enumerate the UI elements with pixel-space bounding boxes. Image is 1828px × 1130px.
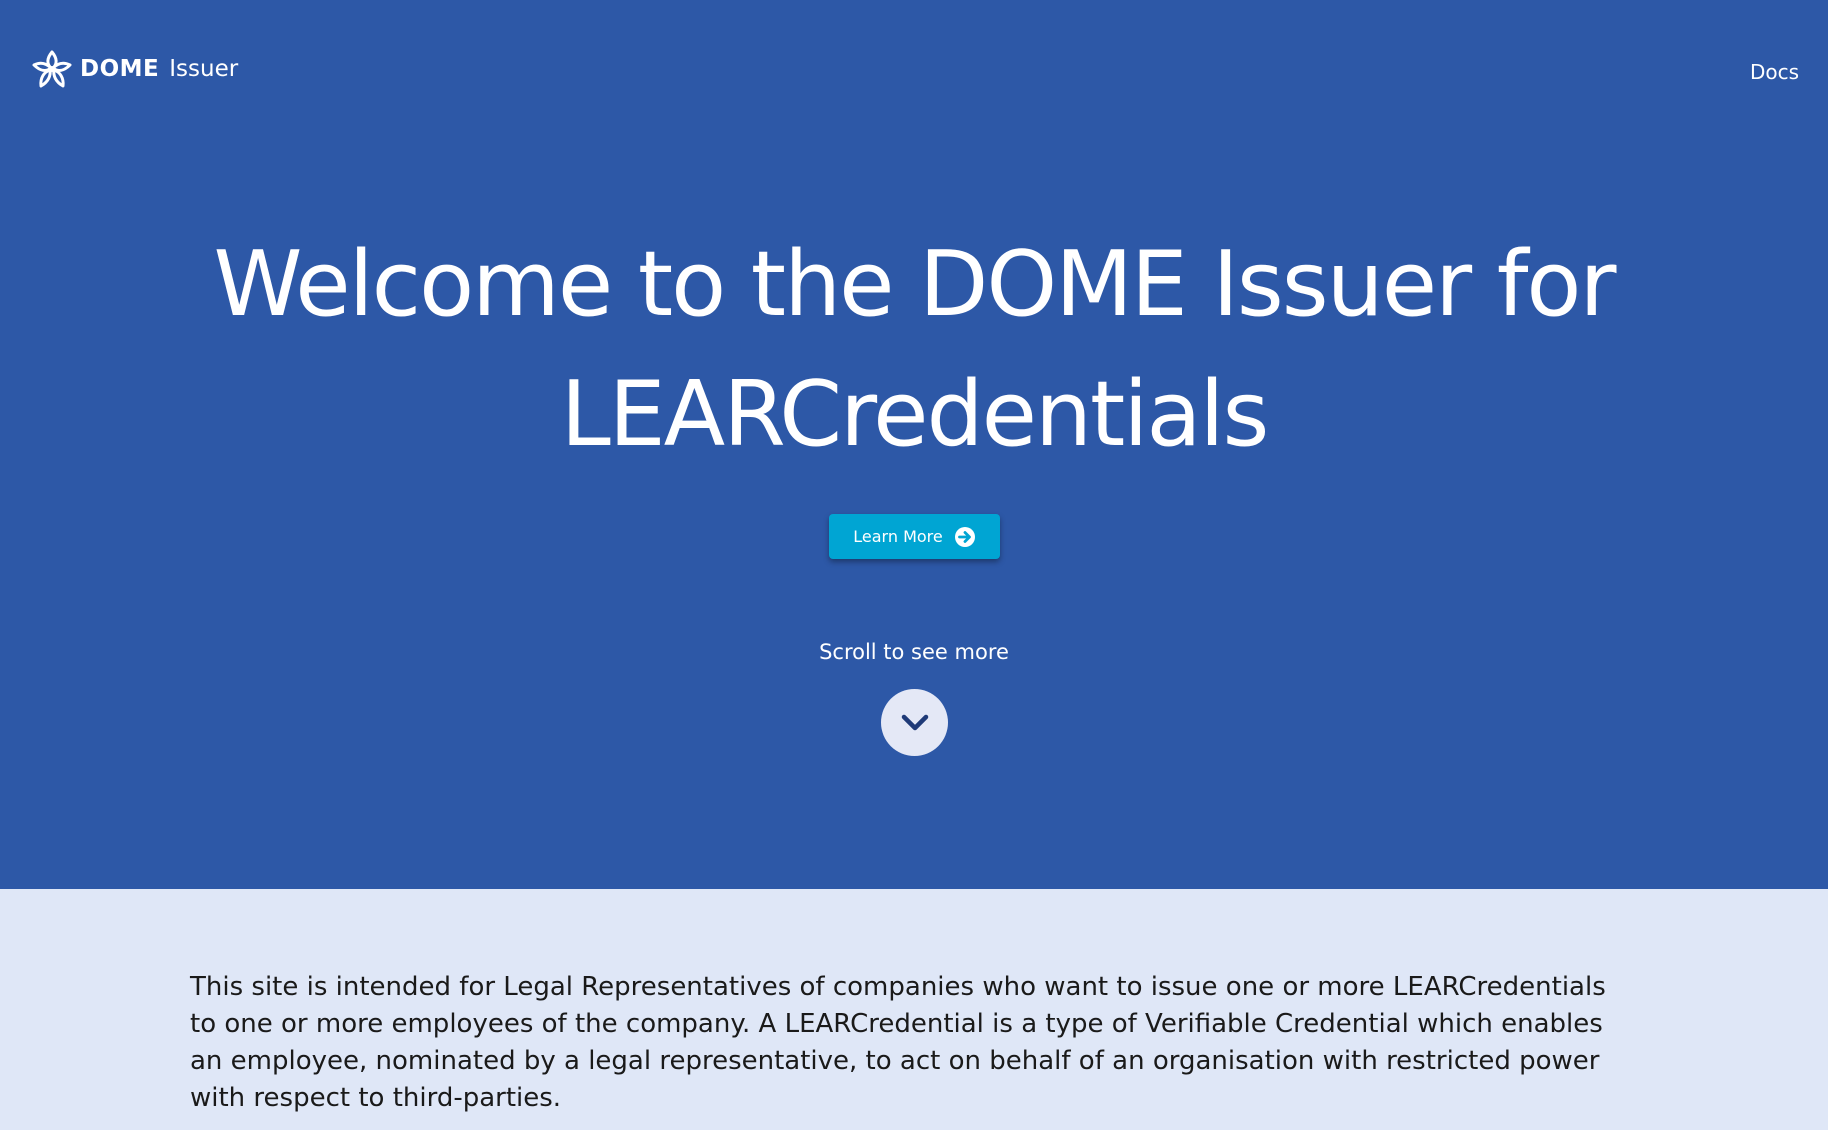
arrow-right-circle-icon: [954, 526, 975, 547]
docs-link[interactable]: Docs: [1750, 60, 1799, 84]
dome-logo-icon: [32, 50, 72, 88]
scroll-hint-text: Scroll to see more: [819, 640, 1009, 664]
hero-section: DOME Issuer Docs Welcome to the DOME Iss…: [0, 0, 1828, 889]
intro-section: This site is intended for Legal Represen…: [0, 889, 1828, 1130]
intro-paragraph: This site is intended for Legal Represen…: [190, 972, 1606, 1113]
learn-more-button[interactable]: Learn More: [829, 514, 1000, 559]
brand-name: DOME: [80, 56, 160, 82]
scroll-down-button[interactable]: [881, 689, 948, 756]
learn-more-label: Learn More: [853, 527, 943, 546]
hero-title: Welcome to the DOME Issuer for LEARCrede…: [213, 232, 1617, 467]
top-header: DOME Issuer Docs: [0, 0, 1828, 140]
brand-link[interactable]: DOME Issuer: [30, 48, 238, 90]
brand-subtitle: Issuer: [169, 56, 239, 82]
chevron-down-icon: [901, 714, 928, 730]
